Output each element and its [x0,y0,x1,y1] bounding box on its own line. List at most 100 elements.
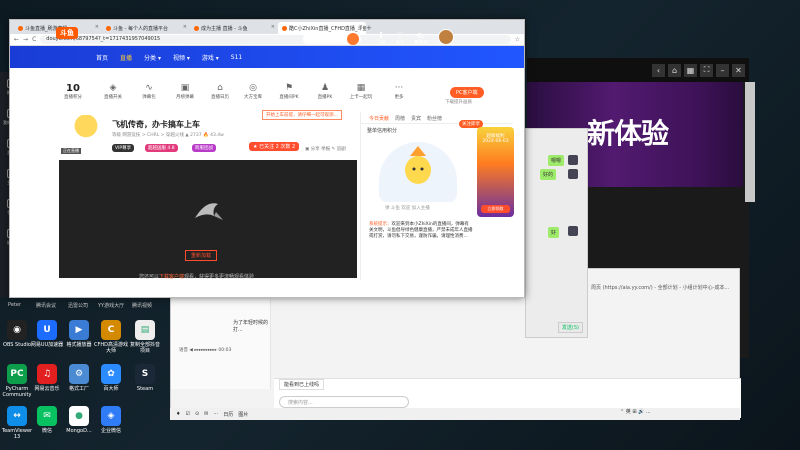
toolbar-item[interactable]: ☑ [185,411,189,417]
forward-icon[interactable]: → [23,36,28,43]
header-icon-button[interactable]: ♡ 关注 [391,32,409,47]
header-icon-button[interactable]: ⬇ 下载 [372,32,390,47]
im-message-bubble: 能看到已上线吗 [279,379,325,390]
preview-toolbar: ‹ ⌂ ▦ ⛶ – ✕ [527,58,749,82]
desktop-icon[interactable]: ♫ 网易云音乐 [30,364,64,392]
im-contact-list [171,299,271,389]
desktop-icon-label: 复制全部抖音项目 [129,342,160,354]
browser-tab[interactable]: 成为主播 直播 - 斗鱼 × [190,22,278,34]
minimize-icon[interactable]: – [716,63,729,77]
toolbar-item[interactable]: ⋯ [213,411,218,417]
nav-item[interactable]: 首页 [96,53,108,62]
close-icon[interactable]: × [359,24,363,30]
reload-button[interactable]: 重新加载 [185,250,218,261]
room-tool[interactable]: ▦ 上卡一起玩 [347,83,375,100]
send-button[interactable]: 发送(S) [557,322,583,333]
room-badge[interactable]: 跨服团战 [192,144,216,152]
back-icon[interactable]: ← [14,36,19,43]
download-client-link[interactable]: 下载客户端 [159,274,184,280]
desktop-icon-label: 百大师 [103,386,119,392]
close-icon[interactable]: × [95,24,99,30]
app-icon: S [135,364,155,384]
system-label: 系统提示： [369,222,392,227]
follow-button[interactable]: ★ 已关注 2 次数 2 [249,142,300,151]
desktop-icon[interactable]: ✉ 微信 [30,406,64,434]
video-player[interactable]: 重新加载 您还可以下载客户端观看，获得更多更流畅观看体验 [59,160,357,280]
toolbar-item[interactable]: ⊙ [195,411,199,417]
nav-item[interactable]: 分类 ▾ [144,53,161,62]
mascot-caption: 弹 斗鱼 欢迎 加入主播 [385,206,430,211]
promo-claim-button[interactable]: 立即领取 [481,205,510,213]
desktop-icon[interactable]: ◈ 企业微信 [94,406,128,434]
toolbar-item[interactable]: ♦ [176,411,180,417]
home-icon[interactable]: ⌂ [668,63,681,77]
desktop-icon[interactable]: C CFHD高清游戏大师 [94,320,128,354]
desktop-icon[interactable]: ▶ 格式播放器 [62,320,96,348]
room-tool-icon: ▦ [356,83,366,93]
room-tool[interactable]: ◎ 大方宝库 [239,83,267,100]
desktop-icon[interactable]: ◉ OBS Studio [0,320,34,348]
close-icon[interactable]: × [183,24,187,30]
im-search-input[interactable]: 搜索内容... [279,396,409,408]
nav-item[interactable]: S11 [231,54,242,61]
room-tool[interactable]: ⌂ 直播日历 [206,83,234,100]
avatar[interactable] [438,29,454,45]
shared-link[interactable]: 周页 (https://aia.yy.com/) - 全部计划 - 小组计划中心… [591,284,729,291]
header-icon-button[interactable]: ▭ 客户端 [412,32,430,47]
side-panel-tabs: 今日贡献 周榜 贵宾 粉丝榜 [361,112,513,124]
nav-item[interactable]: 视频 ▾ [173,53,190,62]
side-panel-tab[interactable]: 粉丝榜 [427,115,442,122]
reload-icon[interactable]: C [32,36,36,43]
voice-message[interactable]: 语音 ◀ ▸▸▸▸▸▸▸▸▸▸ 00:03 [179,347,231,353]
room-info-bar: 正在直播 飞机传奇，办卡搞车上车 等级 网游竞技 > CHRL > 穿越火线 ▲… [59,115,359,157]
promo-banner[interactable]: 超级福利 2024-06-03 立即领取 [477,127,514,217]
search-icon[interactable] [347,33,359,45]
close-icon[interactable]: ✕ [732,63,745,77]
fullscreen-icon[interactable]: ⛶ [700,63,713,77]
side-panel-tab[interactable]: 今日贡献 [369,115,389,122]
header-icon-label: 下载 [376,41,386,46]
desktop-icon-label: TeamViewer 13 [1,428,33,440]
close-icon[interactable]: × [271,24,275,30]
back-icon[interactable]: ‹ [652,63,665,77]
desktop-icon[interactable]: ✿ 百大师 [94,364,128,392]
room-tool[interactable]: ∿ 弹幕包 [135,83,163,100]
room-tool[interactable]: ⚑ 直播间PK [275,83,303,100]
room-badge[interactable]: VIP尊享 [112,144,135,152]
share-report-links[interactable]: ▣ 分享 举报 ✎ 追剧 [305,146,346,152]
room-tool[interactable]: ▣ 月榜弹幕 [171,83,199,100]
toolbar-item[interactable]: ✉ [204,411,208,417]
room-tool[interactable]: ♟ 直播PK [311,83,339,100]
room-tool-icon: ◈ [109,83,117,93]
desktop-icon[interactable]: U 网易UU加速器 [30,320,64,348]
room-tool[interactable]: 10 直播积分 [59,83,87,100]
nav-item[interactable]: 直播 [120,53,132,62]
room-tool[interactable]: ◈ 直播开关 [99,83,127,100]
room-badge[interactable]: 超越国服 4.8 [145,144,178,152]
system-tray[interactable]: ⌃ 英 ⊞ 🔊 ... [620,408,651,415]
side-panel-tab[interactable]: 贵宾 [411,115,421,122]
star-icon[interactable]: ☆ [515,36,520,43]
promo-date: 2024-06-03 [482,139,509,144]
pc-client-button[interactable]: PC客户端 [450,87,484,98]
desktop-icon[interactable]: ● MongoD... [62,406,96,434]
desktop-icon[interactable]: ▤ 复制全部抖音项目 [128,320,162,354]
desktop-icon[interactable]: PC PyCharm Community [0,364,34,398]
grid-icon[interactable]: ▦ [684,63,697,77]
desktop-icon[interactable]: S Steam [128,364,162,392]
room-tool-label: 弹幕包 [142,95,156,100]
room-tool-label: 上卡一起玩 [349,95,373,100]
desktop-icon[interactable]: ↔ TeamViewer 13 [0,406,34,440]
browser-tab[interactable]: 斗鱼 - 每个人的直播平台 × [102,22,190,34]
toolbar-item[interactable]: 日历 [223,411,233,418]
douyu-logo[interactable]: 斗鱼 [56,27,78,39]
side-panel-tab[interactable]: 周榜 [395,115,405,122]
preview-scrollbar[interactable] [745,82,755,202]
room-tool[interactable]: ··· 更多 [385,83,413,100]
nav-item[interactable]: 游戏 ▾ [202,53,219,62]
streamer-avatar[interactable] [71,115,101,151]
favicon-icon [282,26,287,31]
desktop-icon[interactable]: ⚙ 格式工厂 [62,364,96,392]
im-message-preview[interactable]: 为了年轻时候的打... [233,319,271,333]
toolbar-item[interactable]: 图片 [238,411,248,418]
